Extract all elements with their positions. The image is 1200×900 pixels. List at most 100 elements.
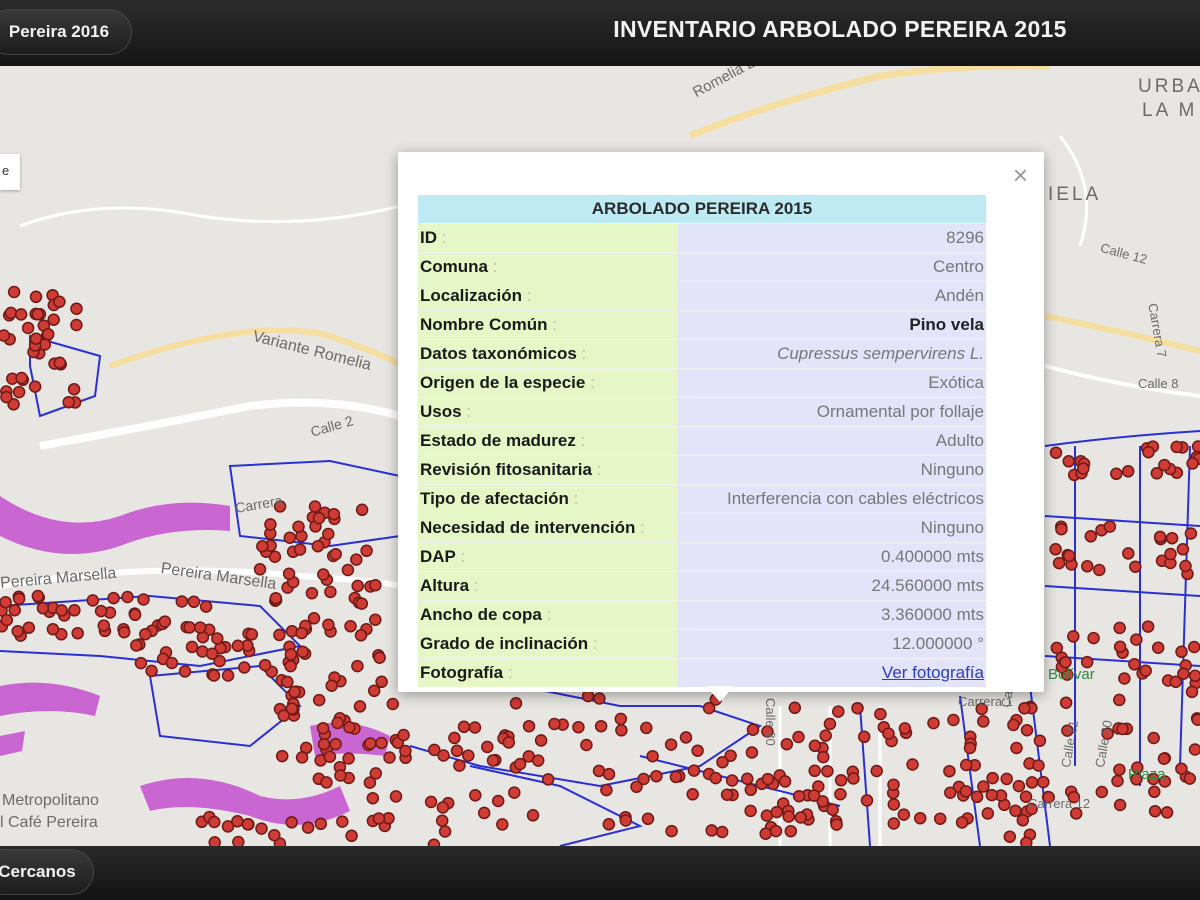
tree-marker-icon[interactable] [1170,440,1183,454]
tree-marker-icon[interactable] [258,658,272,672]
tree-marker-icon[interactable] [281,675,294,689]
tree-marker-icon[interactable] [11,624,24,638]
tree-marker-icon[interactable] [1018,702,1031,715]
tree-marker-icon[interactable] [193,621,207,634]
tree-marker-icon[interactable] [970,790,984,804]
tree-marker-icon[interactable] [1059,696,1073,709]
tree-marker-icon[interactable] [887,798,901,811]
tree-marker-icon[interactable] [462,749,475,762]
tree-marker-icon[interactable] [1118,672,1131,685]
tree-marker-icon[interactable] [1113,763,1126,776]
tree-marker-icon[interactable] [933,812,947,825]
tree-marker-icon[interactable] [794,811,807,824]
tree-marker-icon[interactable] [158,615,172,628]
tree-marker-icon[interactable] [308,500,322,513]
tree-marker-icon[interactable] [1116,722,1129,736]
tree-marker-icon[interactable] [1003,830,1017,843]
tree-marker-icon[interactable] [41,327,55,341]
tree-marker-icon[interactable] [373,651,386,664]
tree-marker-icon[interactable] [959,758,973,772]
tree-marker-icon[interactable] [15,371,28,385]
tree-marker-icon[interactable] [0,595,12,609]
tree-marker-icon[interactable] [826,803,839,816]
tree-marker-icon[interactable] [282,567,296,581]
tree-marker-icon[interactable] [1050,641,1064,655]
tree-marker-icon[interactable] [1176,543,1190,556]
tree-marker-icon[interactable] [1000,772,1013,786]
tree-marker-icon[interactable] [513,757,527,771]
tree-marker-icon[interactable] [808,739,822,753]
tree-marker-icon[interactable] [178,665,192,678]
tree-marker-icon[interactable] [1113,693,1126,707]
tree-marker-icon[interactable] [1150,467,1164,480]
tree-marker-icon[interactable] [1032,759,1045,772]
tree-marker-icon[interactable] [314,817,328,831]
tree-marker-icon[interactable] [1087,631,1100,645]
tree-marker-icon[interactable] [1016,814,1030,827]
tree-marker-icon[interactable] [778,775,792,788]
tree-marker-icon[interactable] [1185,685,1199,699]
tree-marker-icon[interactable] [46,622,60,636]
tree-marker-icon[interactable] [1110,467,1123,481]
tree-marker-icon[interactable] [1077,462,1090,475]
tree-marker-icon[interactable] [898,722,912,735]
tree-marker-icon[interactable] [22,621,36,634]
tree-marker-icon[interactable] [1183,772,1197,785]
tree-marker-icon[interactable] [375,736,388,750]
tree-marker-icon[interactable] [322,618,335,632]
tree-marker-icon[interactable] [770,805,784,819]
close-icon[interactable]: × [1013,160,1028,190]
tree-marker-icon[interactable] [4,306,18,320]
tree-marker-icon[interactable] [255,822,268,835]
tree-marker-icon[interactable] [602,818,616,831]
tree-marker-icon[interactable] [615,724,628,737]
tree-marker-icon[interactable] [301,821,315,834]
tree-marker-icon[interactable] [353,700,367,713]
tree-marker-icon[interactable] [1113,621,1126,635]
tree-marker-icon[interactable] [963,741,977,755]
tree-marker-icon[interactable] [887,817,901,830]
tree-marker-icon[interactable] [1084,530,1098,543]
tree-marker-icon[interactable] [897,808,911,821]
tree-marker-icon[interactable] [847,772,860,785]
tree-marker-icon[interactable] [691,744,704,757]
layer-control-button[interactable]: e [0,154,20,190]
tree-marker-icon[interactable] [780,737,794,751]
tree-marker-icon[interactable] [450,744,464,758]
tree-marker-icon[interactable] [522,719,536,733]
tree-marker-icon[interactable] [351,579,364,593]
tree-marker-icon[interactable] [285,702,299,715]
tree-marker-icon[interactable] [1020,836,1033,846]
tree-marker-icon[interactable] [145,664,158,678]
tree-marker-icon[interactable] [1164,547,1177,561]
tree-marker-icon[interactable] [8,603,21,617]
tree-marker-icon[interactable] [21,321,35,335]
tree-marker-icon[interactable] [320,776,333,789]
tree-marker-icon[interactable] [0,329,11,342]
tree-marker-icon[interactable] [1033,734,1047,747]
tree-marker-icon[interactable] [1157,752,1171,765]
tree-marker-icon[interactable] [744,783,758,797]
tree-marker-icon[interactable] [744,804,757,818]
tree-marker-icon[interactable] [31,308,44,321]
tree-marker-icon[interactable] [761,772,775,786]
tree-marker-icon[interactable] [341,563,355,577]
tree-marker-icon[interactable] [572,720,585,734]
tree-marker-icon[interactable] [208,815,221,829]
tree-marker-icon[interactable] [344,619,357,633]
tree-marker-icon[interactable] [55,604,68,617]
tree-marker-icon[interactable] [316,722,330,735]
tree-marker-icon[interactable] [977,715,990,728]
tree-marker-icon[interactable] [600,783,613,797]
tree-marker-icon[interactable] [947,713,960,727]
tree-marker-icon[interactable] [741,772,754,786]
tree-marker-icon[interactable] [7,285,21,299]
tree-marker-icon[interactable] [329,547,342,561]
tree-marker-icon[interactable] [165,656,179,670]
tree-marker-icon[interactable] [36,601,50,615]
tree-marker-icon[interactable] [269,591,283,605]
tree-marker-icon[interactable] [784,824,798,838]
tree-marker-icon[interactable] [12,385,26,399]
tree-marker-icon[interactable] [614,712,628,726]
tree-marker-icon[interactable] [509,697,523,710]
